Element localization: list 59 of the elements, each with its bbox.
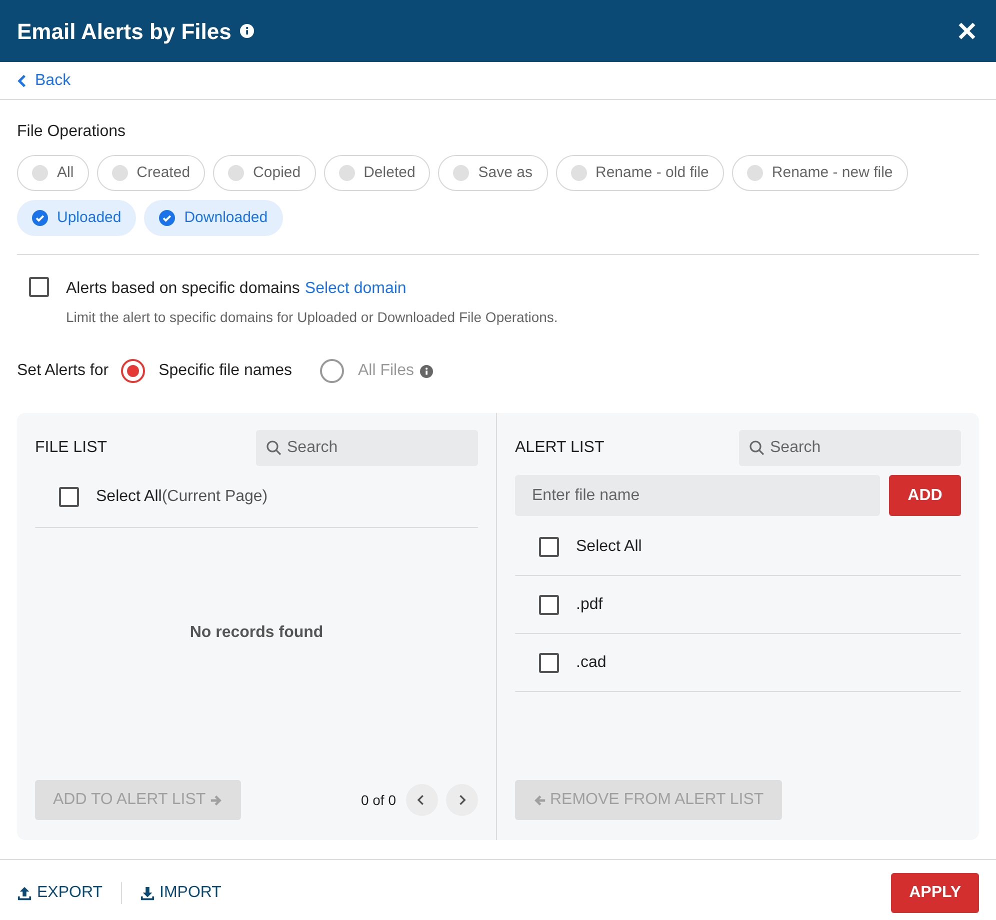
apply-button[interactable]: APPLY xyxy=(891,873,979,913)
search-field[interactable]: Search xyxy=(256,430,478,466)
back-link[interactable]: Back xyxy=(17,68,71,92)
radio-label: All Files xyxy=(358,361,414,381)
import-button[interactable]: IMPORT xyxy=(140,881,222,905)
checkbox-label: .cad xyxy=(576,652,606,672)
filter-chip[interactable]: Rename - new file xyxy=(732,155,908,191)
add-button[interactable]: ADD xyxy=(889,475,961,516)
search-field[interactable]: Search xyxy=(739,430,961,466)
next-page-button[interactable] xyxy=(446,784,478,816)
circle-icon xyxy=(228,165,244,181)
checkbox[interactable] xyxy=(29,277,49,297)
circle-icon xyxy=(112,165,128,181)
filter-chip[interactable]: Rename - old file xyxy=(556,155,724,191)
filter-chip[interactable]: Created xyxy=(96,155,206,191)
arrow-left-icon xyxy=(533,794,546,806)
radio-label: Specific file names xyxy=(158,361,292,381)
previous-page-button[interactable] xyxy=(406,784,438,816)
info-icon xyxy=(240,24,254,38)
field-label: Set Alerts for xyxy=(17,361,109,381)
checkbox-label: Select All(Current Page) xyxy=(96,486,268,506)
checkbox[interactable] xyxy=(59,486,79,506)
circle-icon xyxy=(746,165,763,181)
checkbox-label: Select All xyxy=(576,536,642,556)
file-name-input[interactable]: Enter file name xyxy=(515,475,880,516)
empty-message: No records found xyxy=(190,623,324,643)
section-label: File Operations xyxy=(17,122,126,142)
download-icon xyxy=(140,886,154,900)
pagination-text: 0 of 0 xyxy=(360,790,396,810)
radio-button[interactable] xyxy=(120,359,145,383)
checkbox-label: .pdf xyxy=(576,594,603,614)
radio-button[interactable] xyxy=(320,359,344,383)
filter-chip[interactable]: Downloaded xyxy=(144,200,283,236)
checkbox[interactable] xyxy=(539,536,559,556)
circle-icon xyxy=(32,165,48,181)
checkbox-label: Alerts based on specific domains xyxy=(66,279,300,299)
search-icon xyxy=(749,440,765,456)
filter-chip[interactable]: Deleted xyxy=(324,155,430,191)
arrow-right-icon xyxy=(210,794,223,806)
filter-chip[interactable]: All xyxy=(17,155,89,191)
filter-chip[interactable]: Copied xyxy=(213,155,316,191)
panel-title: FILE LIST xyxy=(35,438,108,458)
circle-icon xyxy=(570,165,586,181)
search-icon xyxy=(266,440,282,456)
circle-icon xyxy=(338,165,355,181)
check-circle-icon xyxy=(32,210,48,226)
filter-chip[interactable]: Uploaded xyxy=(17,200,136,236)
panel-title: ALERT LIST xyxy=(515,438,604,458)
check-circle-icon xyxy=(159,210,176,226)
upload-icon xyxy=(17,886,32,900)
hint-text: Limit the alert to specific domains for Uploaded or Downloaded File Operations. xyxy=(66,308,558,327)
checkbox[interactable] xyxy=(539,652,559,672)
window-title: Email Alerts by Files xyxy=(17,18,232,46)
filter-chip[interactable]: Save as xyxy=(438,155,548,191)
checkbox[interactable] xyxy=(539,594,559,614)
circle-icon xyxy=(453,165,470,181)
export-button[interactable]: EXPORT xyxy=(17,881,102,905)
chevron-left-icon xyxy=(17,74,27,88)
select-domain-link[interactable]: Select domain xyxy=(304,277,406,301)
